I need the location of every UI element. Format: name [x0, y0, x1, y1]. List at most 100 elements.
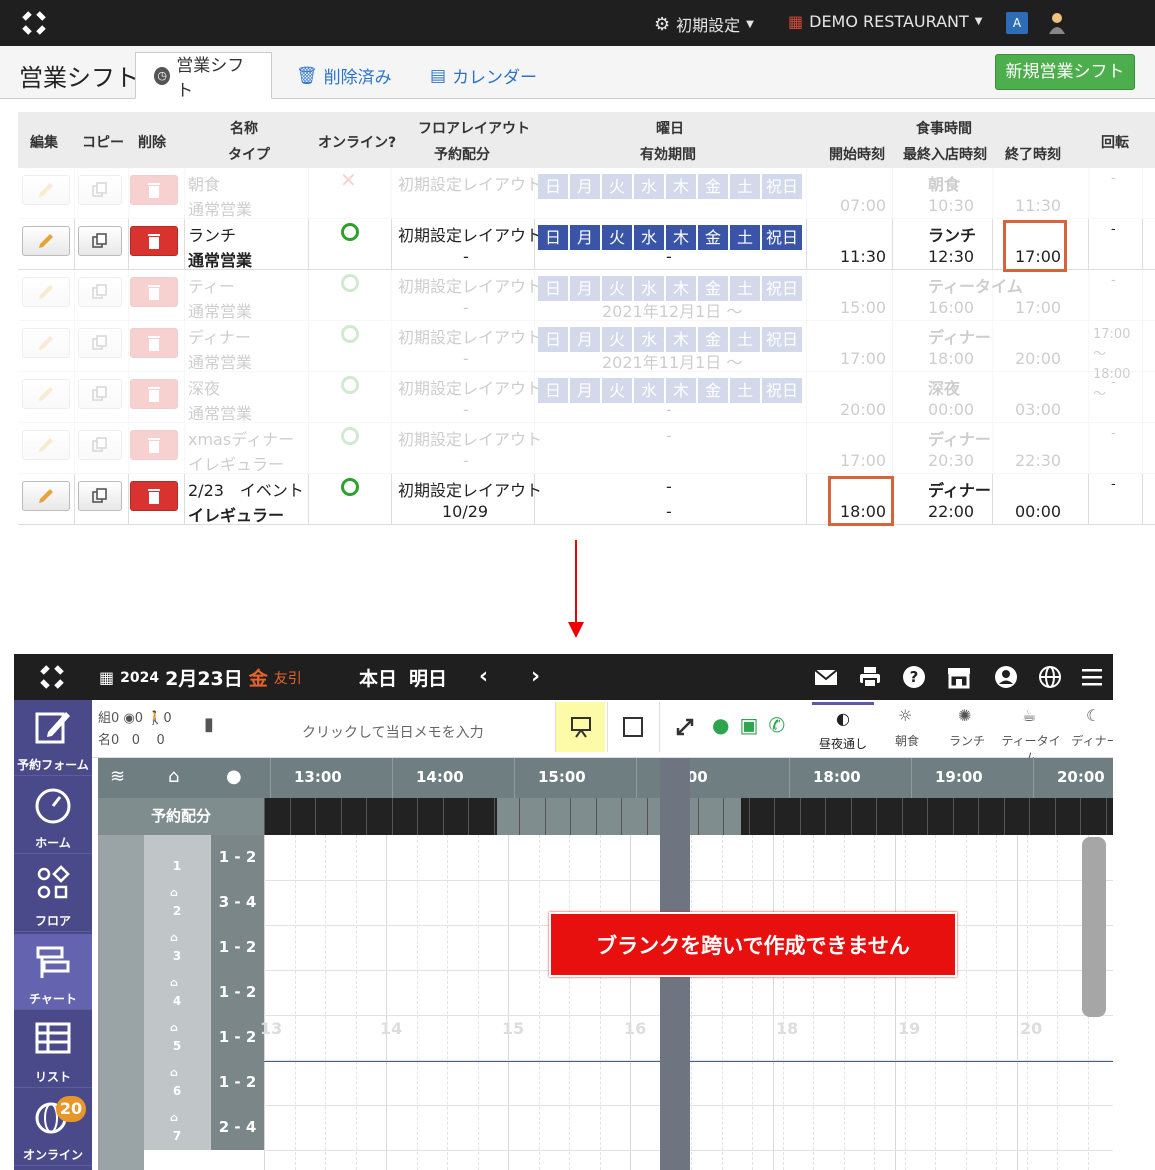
presentation-mode-button[interactable]	[555, 702, 605, 752]
walkin-names-count: 0	[156, 733, 165, 748]
fullscreen-button[interactable]	[659, 702, 709, 752]
edit-button[interactable]	[22, 379, 70, 409]
today-button[interactable]: 本日	[359, 664, 397, 691]
table-row[interactable]: ⌂ 4 1 - 2	[144, 970, 264, 1015]
sidebar-item-reservation-form[interactable]: 予約フォーム	[14, 700, 92, 776]
pencil-icon	[39, 438, 53, 452]
edit-button[interactable]	[22, 226, 70, 256]
table-row[interactable]: ⌂ 2 3 - 4	[144, 880, 264, 925]
edit-button[interactable]	[22, 481, 70, 511]
meal-tab-dinner[interactable]: ☾ ディナー	[1064, 702, 1113, 754]
chevron-left-icon[interactable]: ‹	[479, 664, 488, 689]
meal-tab-tea[interactable]: ☕ティータイム	[1000, 702, 1062, 765]
memo-input[interactable]: クリックして当日メモを入力	[302, 722, 484, 742]
meal-tab-breakfast[interactable]: ☼ 朝食	[876, 702, 938, 754]
tab-label: 営業シフト	[176, 55, 245, 101]
sidebar-item-chart[interactable]: チャート	[14, 934, 92, 1010]
online-icon	[341, 376, 359, 394]
print-icon[interactable]	[858, 665, 882, 689]
delete-button[interactable]	[130, 481, 178, 511]
tomorrow-button[interactable]: 明日	[409, 664, 447, 691]
layers-icon[interactable]: ≋	[110, 766, 125, 787]
header-alloc: 予約配分	[434, 147, 490, 163]
allocation-slot-divider	[289, 798, 291, 835]
delete-button[interactable]	[130, 430, 178, 460]
last-entry-time: 16:00	[928, 298, 975, 317]
pencil-icon	[39, 489, 53, 503]
table-row[interactable]: ⌂ 3 1 - 2	[144, 925, 264, 970]
delete-button[interactable]	[130, 226, 178, 256]
copy-button[interactable]	[78, 226, 122, 256]
delete-button[interactable]	[130, 175, 178, 205]
language-icon[interactable]: A	[1006, 12, 1028, 34]
shift-type: 通常営業	[188, 404, 253, 423]
allocation-slot-divider	[417, 798, 418, 835]
hour-grid-line	[508, 835, 509, 1170]
restaurant-menu[interactable]: ▦ DEMO RESTAURANT ▼	[788, 12, 982, 31]
clipboard-icon[interactable]: ▣	[739, 713, 758, 737]
menu-icon[interactable]	[1080, 665, 1104, 689]
tab-shifts[interactable]: ◷ 営業シフト	[135, 52, 272, 101]
allocation-slot-divider	[340, 798, 342, 835]
mail-icon[interactable]	[814, 665, 838, 689]
new-shift-button[interactable]: 新規営業シフト	[995, 54, 1135, 90]
edit-button[interactable]	[22, 430, 70, 460]
hour-label: 14:00	[416, 768, 464, 786]
weekday-badge: 祝日	[762, 378, 803, 403]
copy-button[interactable]	[78, 379, 122, 409]
settings-menu[interactable]: ⚙ 初期設定 ▼	[654, 12, 754, 36]
table-row[interactable]: ⌂ 7 2 - 4	[144, 1105, 264, 1150]
sidebar-label: リスト	[34, 1070, 71, 1084]
delete-button[interactable]	[130, 379, 178, 409]
sidebar-item-floor[interactable]: フロア	[14, 856, 92, 932]
edit-button[interactable]	[22, 175, 70, 205]
delete-button[interactable]	[130, 277, 178, 307]
store-icon[interactable]	[947, 665, 971, 689]
trash-icon	[148, 336, 160, 351]
table-type-icon: ⌂	[170, 976, 178, 989]
copy-button[interactable]	[78, 430, 122, 460]
globe-icon[interactable]	[1038, 665, 1062, 689]
last-entry-time: 00:00	[928, 400, 975, 419]
weekday-badge: 水	[634, 225, 664, 250]
user-icon[interactable]	[1048, 12, 1066, 34]
table-row[interactable]: ⌂ 6 1 - 2	[144, 1060, 264, 1105]
building-icon[interactable]: ⌂	[168, 766, 179, 787]
start-time: 18:00	[840, 502, 887, 521]
account-icon[interactable]	[994, 665, 1018, 689]
hour-label: 20:00	[1057, 768, 1105, 786]
help-icon[interactable]: ?	[902, 665, 926, 689]
weekday-badge: 祝日	[762, 327, 803, 352]
sunrise-icon: ☼	[898, 706, 913, 725]
app-logo-icon[interactable]	[18, 7, 50, 39]
copy-button[interactable]	[78, 481, 122, 511]
vertical-scrollbar[interactable]	[1082, 837, 1106, 1017]
sidebar-item-online[interactable]: 20 オンライン	[14, 1090, 92, 1166]
copy-button[interactable]	[78, 328, 122, 358]
tab-deleted[interactable]: 🗑 削除済み	[278, 52, 410, 99]
allocation-slot-divider	[1054, 798, 1056, 835]
edit-button[interactable]	[22, 328, 70, 358]
sidebar-item-home[interactable]: ホーム	[14, 778, 92, 854]
tab-calendar[interactable]: ▤ カレンダー	[412, 52, 555, 99]
meal-tab-lunch[interactable]: ✺ ランチ	[936, 702, 998, 754]
reservation-allocation-row: 予約配分	[98, 798, 1113, 835]
allocation-slot-divider	[519, 798, 520, 835]
table-row[interactable]: 1 1 - 2	[144, 835, 264, 880]
current-date[interactable]: ▦ 2024 2月23日 金 友引	[99, 664, 302, 691]
copy-button[interactable]	[78, 175, 122, 205]
select-mode-button[interactable]	[607, 702, 657, 752]
table-row[interactable]: ⌂ 5 1 - 2	[144, 1015, 264, 1060]
copy-button[interactable]	[78, 277, 122, 307]
app-logo-icon[interactable]	[36, 661, 68, 693]
delete-button[interactable]	[130, 328, 178, 358]
globe-icon[interactable]: ●	[712, 713, 729, 737]
edit-button[interactable]	[22, 277, 70, 307]
chevron-right-icon[interactable]: ›	[531, 664, 540, 689]
square-icon	[623, 717, 643, 737]
header-meal: 食事時間	[916, 121, 972, 137]
sidebar-item-list[interactable]: リスト	[14, 1012, 92, 1088]
meal-tab-all-day[interactable]: ◐ 昼夜通し	[812, 702, 874, 754]
person-icon[interactable]: ●	[226, 766, 242, 787]
phone-icon[interactable]: ✆	[768, 713, 785, 737]
